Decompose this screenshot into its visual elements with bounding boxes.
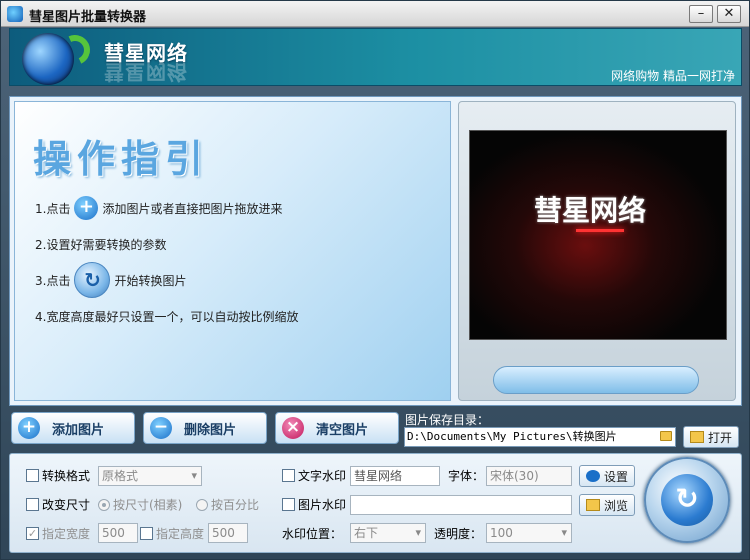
guide-title: 操作指引	[33, 137, 210, 181]
opacity-select[interactable]: 100	[486, 523, 572, 543]
delete-image-button[interactable]: − 删除图片	[143, 412, 267, 444]
add-icon: +	[74, 196, 99, 220]
preview-brand-text: 彗星网络	[534, 194, 647, 227]
add-image-button[interactable]: + 添加图片	[11, 412, 135, 444]
folder-browse-icon	[585, 499, 600, 511]
image-watermark-label: 图片水印	[298, 498, 347, 512]
text-watermark-label: 文字水印	[298, 469, 347, 483]
watermark-pos-select[interactable]: 右下	[350, 523, 426, 543]
minimize-button[interactable]: –	[689, 5, 713, 23]
gear-icon	[585, 470, 600, 482]
step1-suffix: 添加图片或者直接把图片拖放进来	[102, 201, 283, 216]
open-folder-button[interactable]: 打开	[683, 426, 739, 448]
resize-label: 改变尺寸	[42, 498, 91, 512]
guide-step-3: 3.点击 ↻ 开始转换图片	[35, 262, 186, 298]
browse-button[interactable]: 浏览	[579, 494, 635, 516]
header-banner: 彗星网络 彗星网络 网络购物 精品一网打净	[9, 28, 742, 86]
folder-icon[interactable]	[660, 431, 672, 441]
settings-panel: 转换格式 原格式 文字水印 彗星网络 字体： 宋体(30) 设置 改变尺寸	[9, 453, 742, 553]
title-bar[interactable]: 彗星图片批量转换器 – ✕	[1, 1, 749, 27]
width-value: 500	[102, 526, 125, 540]
step3-suffix: 开始转换图片	[114, 273, 187, 288]
font-field[interactable]: 宋体(30)	[486, 466, 572, 486]
by-percent-option[interactable]: 按百分比	[196, 496, 259, 513]
font-label: 字体：	[448, 469, 485, 483]
refresh-arrow-icon: ↻	[661, 474, 713, 526]
preview-screen: 彗星网络	[469, 130, 727, 340]
minus-icon: −	[150, 417, 172, 439]
height-row: 指定高度	[140, 525, 204, 542]
convert-format-label: 转换格式	[42, 469, 91, 483]
step1-prefix: 1.点击	[35, 201, 71, 216]
step4-text: 4.宽度高度最好只设置一个，可以自动按比例缩放	[35, 310, 299, 324]
width-label: 指定宽度	[42, 527, 91, 541]
start-convert-button[interactable]: ↻	[644, 457, 730, 543]
text-watermark-value: 彗星网络	[354, 469, 403, 483]
main-panel: 操作指引 1.点击 + 添加图片或者直接把图片拖放进来 2.设置好需要转换的参数…	[9, 96, 742, 406]
width-row: 指定宽度	[26, 525, 90, 542]
app-icon	[7, 6, 23, 22]
opacity-row: 透明度：	[434, 525, 482, 542]
guide-area[interactable]: 操作指引 1.点击 + 添加图片或者直接把图片拖放进来 2.设置好需要转换的参数…	[14, 101, 451, 401]
width-input[interactable]: 500	[98, 523, 138, 543]
resize-row: 改变尺寸	[26, 496, 90, 513]
text-watermark-row: 文字水印	[282, 467, 346, 484]
watermark-pos-value: 右下	[354, 526, 379, 540]
height-checkbox[interactable]	[140, 527, 153, 540]
save-dir-input[interactable]: D:\Documents\My Pictures\转换图片	[404, 427, 676, 447]
image-watermark-input[interactable]	[350, 495, 572, 515]
image-watermark-checkbox[interactable]	[282, 498, 295, 511]
convert-format-row: 转换格式	[26, 467, 90, 484]
resize-checkbox[interactable]	[26, 498, 39, 511]
convert-format-select[interactable]: 原格式	[98, 466, 202, 486]
app-window: 彗星图片批量转换器 – ✕ 彗星网络 彗星网络 网络购物 精品一网打净 操作指引…	[0, 0, 750, 560]
save-dir-value: D:\Documents\My Pictures\转换图片	[407, 430, 617, 443]
brand-reflection: 彗星网络	[104, 60, 188, 84]
height-value: 500	[212, 526, 235, 540]
font-row: 字体：	[448, 467, 484, 484]
guide-step-4: 4.宽度高度最好只设置一个，可以自动按比例缩放	[35, 308, 298, 325]
save-dir-label: 图片保存目录：	[405, 413, 490, 427]
clear-images-label: 清空图片	[316, 422, 369, 438]
open-folder-label: 打开	[707, 430, 732, 445]
plus-icon: +	[18, 417, 40, 439]
by-percent-label: 按百分比	[211, 498, 260, 512]
font-value: 宋体(30)	[490, 469, 539, 483]
delete-image-label: 删除图片	[184, 422, 237, 438]
opacity-label: 透明度：	[434, 527, 483, 541]
by-size-label: 按尺寸(相素)	[113, 498, 183, 512]
convert-format-checkbox[interactable]	[26, 469, 39, 482]
guide-step-2: 2.设置好需要转换的参数	[35, 236, 166, 253]
preview-panel: 彗星网络	[458, 101, 736, 401]
browse-label: 浏览	[603, 498, 628, 513]
image-watermark-row: 图片水印	[282, 496, 346, 513]
by-percent-radio[interactable]	[196, 498, 208, 511]
by-size-option[interactable]: 按尺寸(相素)	[98, 496, 182, 513]
close-button[interactable]: ✕	[717, 5, 741, 23]
width-checkbox[interactable]	[26, 527, 39, 540]
height-label: 指定高度	[156, 527, 205, 541]
clear-images-button[interactable]: × 清空图片	[275, 412, 399, 444]
by-size-radio[interactable]	[98, 498, 110, 511]
setup-label: 设置	[603, 469, 628, 484]
convert-format-value: 原格式	[102, 469, 139, 483]
convert-icon: ↻	[74, 262, 111, 298]
folder-open-icon	[689, 431, 704, 443]
preview-accent-line	[576, 229, 624, 232]
clear-x-icon: ×	[282, 417, 304, 439]
add-image-label: 添加图片	[52, 422, 105, 438]
text-watermark-input[interactable]: 彗星网络	[350, 466, 440, 486]
window-title: 彗星图片批量转换器	[29, 10, 147, 25]
slogan-link[interactable]: 网络购物 精品一网打净	[611, 67, 735, 84]
watermark-pos-row: 水印位置：	[282, 525, 342, 542]
watermark-pos-label: 水印位置：	[282, 527, 343, 541]
guide-step-1: 1.点击 + 添加图片或者直接把图片拖放进来	[35, 196, 282, 220]
setup-button[interactable]: 设置	[579, 465, 635, 487]
step2-text: 2.设置好需要转换的参数	[35, 238, 167, 252]
opacity-value: 100	[490, 526, 513, 540]
height-input[interactable]: 500	[208, 523, 248, 543]
progress-bar	[493, 366, 699, 394]
step3-prefix: 3.点击	[35, 273, 71, 288]
text-watermark-checkbox[interactable]	[282, 469, 295, 482]
